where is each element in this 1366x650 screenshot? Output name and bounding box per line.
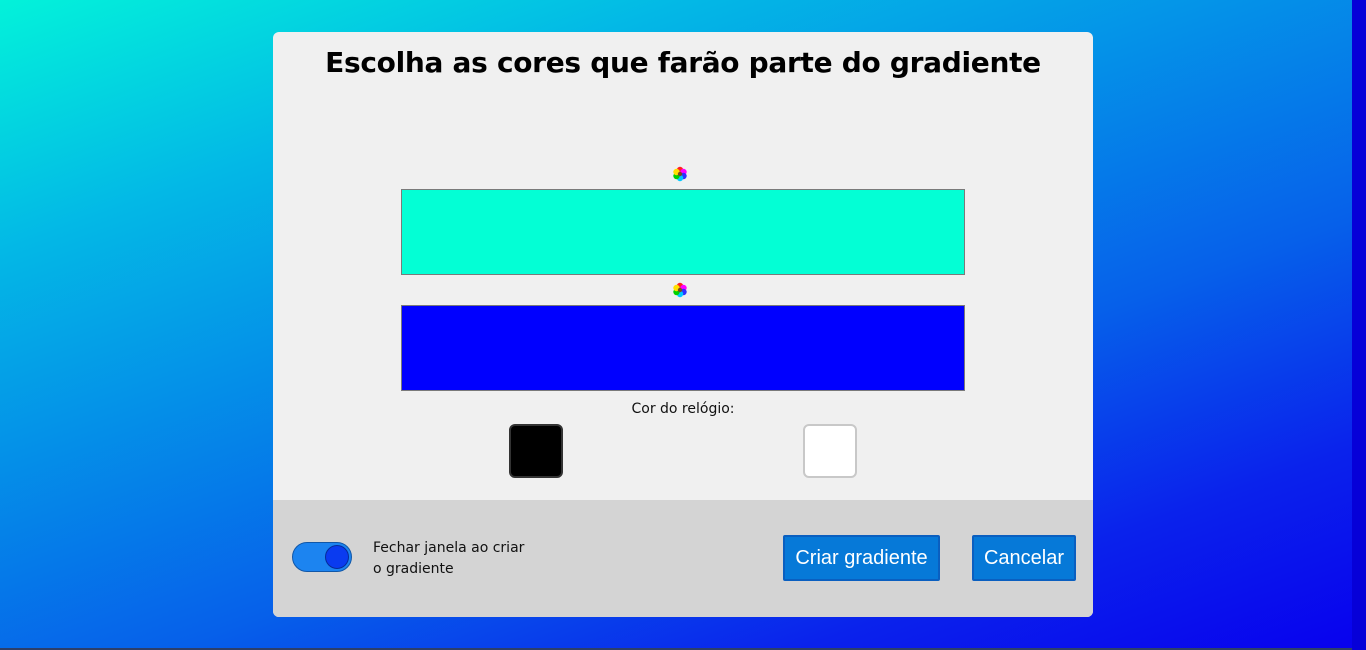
toggle-label-line-2: o gradiente [373, 561, 454, 577]
toggle-knob [325, 545, 349, 569]
dialog-title: Escolha as cores que farão parte do grad… [325, 46, 1041, 79]
gradient-dialog: Escolha as cores que farão parte do grad… [273, 32, 1093, 617]
window-edge-scrollbar [1352, 0, 1366, 650]
close-on-create-toggle[interactable] [292, 542, 352, 572]
color-wheel-icon[interactable] [672, 166, 688, 182]
cancel-button[interactable]: Cancelar [972, 535, 1076, 581]
clock-color-label: Cor do relógio: [631, 401, 735, 417]
gradient-color-1-swatch[interactable] [401, 189, 965, 275]
close-on-create-label: Fechar janela ao criar o gradiente [373, 538, 543, 580]
clock-color-white-option[interactable] [803, 424, 857, 478]
dialog-footer: Fechar janela ao criar o gradiente Criar… [273, 500, 1093, 617]
color-wheel-icon[interactable] [672, 282, 688, 298]
toggle-label-line-1: Fechar janela ao criar [373, 540, 525, 556]
gradient-color-2-swatch[interactable] [401, 305, 965, 391]
create-gradient-button[interactable]: Criar gradiente [783, 535, 940, 581]
clock-color-black-option[interactable] [509, 424, 563, 478]
